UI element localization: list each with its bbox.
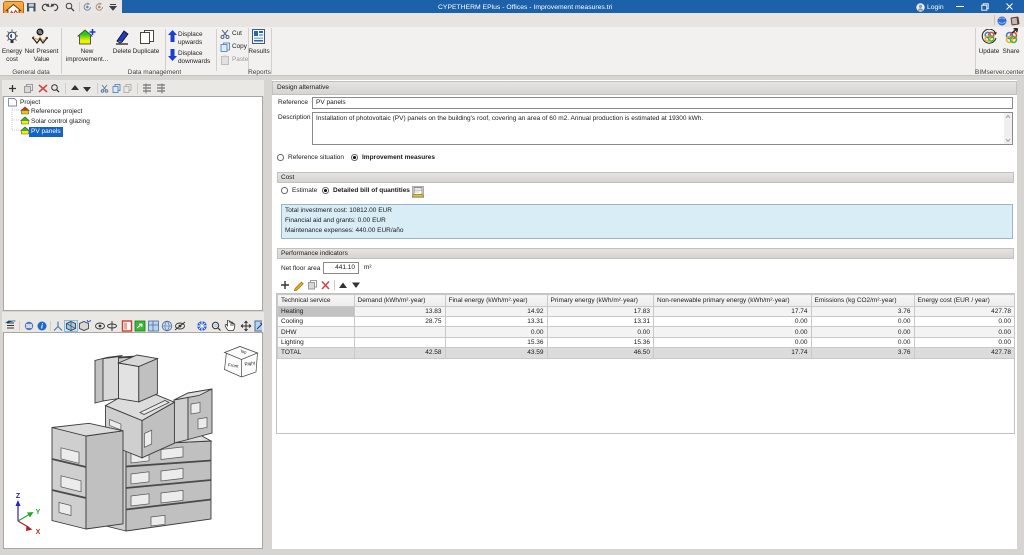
svg-text:Z: Z — [16, 493, 21, 500]
svg-text:%: % — [38, 30, 43, 36]
svg-text:X: X — [36, 529, 41, 536]
svg-text:Y: Y — [36, 509, 41, 516]
